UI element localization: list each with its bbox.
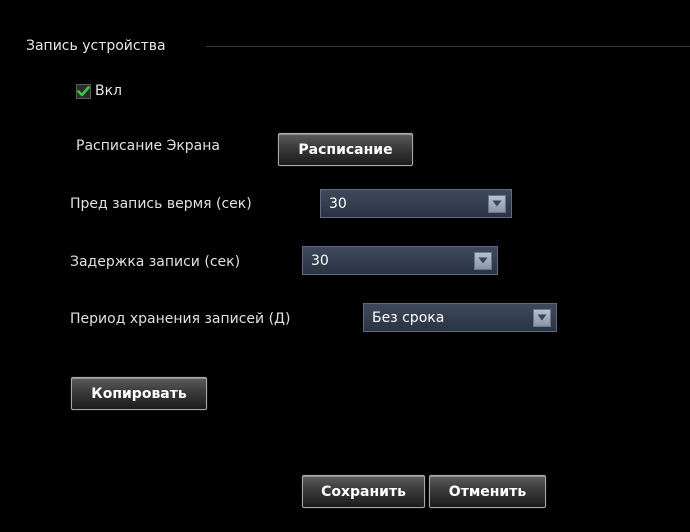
schedule-label: Расписание Экрана [76,138,220,154]
checkmark-icon [77,85,90,96]
device-recording-panel: Запись устройства Вкл Расписание Экрана … [0,0,690,532]
schedule-button[interactable]: Расписание [278,133,413,166]
retention-select[interactable]: Без срока [363,303,557,332]
section-divider [206,46,690,47]
enable-label: Вкл [95,83,123,99]
prerecord-label: Пред запись вермя (сек) [70,196,252,212]
enable-checkbox-row[interactable]: Вкл [76,83,122,99]
prerecord-value: 30 [329,195,347,212]
delay-label: Задержка записи (сек) [70,254,241,270]
delay-value: 30 [311,252,329,269]
retention-label: Период хранения записей (Д) [70,311,291,327]
section-title: Запись устройства [26,38,166,54]
chevron-down-icon[interactable] [533,308,551,327]
delay-select[interactable]: 30 [302,246,498,275]
copy-button[interactable]: Копировать [71,377,207,410]
save-button[interactable]: Сохранить [302,475,425,508]
enable-checkbox[interactable] [76,83,91,99]
retention-value: Без срока [372,309,445,326]
prerecord-select[interactable]: 30 [320,189,512,218]
chevron-down-icon[interactable] [488,194,506,213]
cancel-button[interactable]: Отменить [429,475,546,508]
chevron-down-icon[interactable] [474,251,492,270]
